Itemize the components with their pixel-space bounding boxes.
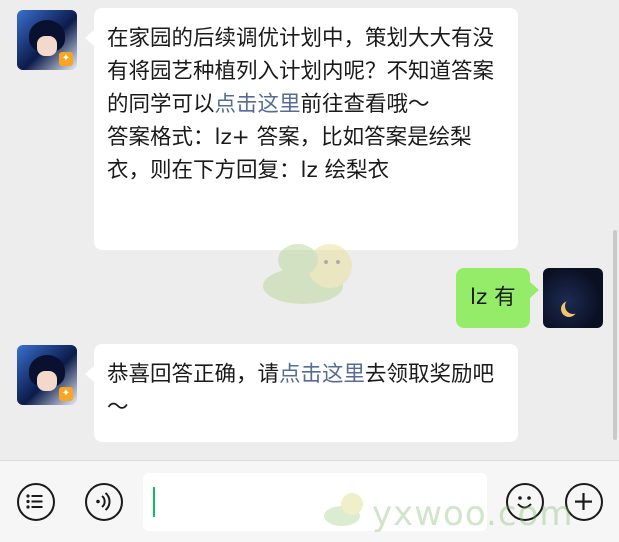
bot-avatar[interactable]: ✦ [17, 10, 77, 70]
user-avatar[interactable] [543, 268, 603, 328]
watermark-logo-icon [324, 493, 363, 526]
click-here-link[interactable]: 点击这里 [215, 92, 301, 117]
message-bubble-confirm[interactable]: 恭喜回答正确，请点击这里去领取奖励吧～ [85, 344, 518, 442]
message-bubble-reply[interactable]: lz 有 [456, 268, 539, 328]
mascot-watermark-icon [263, 244, 352, 304]
voice-icon[interactable] [85, 483, 123, 521]
moon-icon [565, 298, 581, 314]
message-bubble-question[interactable]: 在家园的后续调优计划中，策划大大有没有将园艺种植列入计划内呢？不知道答案的同学可… [85, 8, 518, 250]
question-text: 在家园的后续调优计划中，策划大大有没有将园艺种植列入计划内呢？不知道答案的同学可… [107, 26, 495, 117]
chat-area: ✦ 在家园的后续调优计划中，策划大大有没有将园艺种植列入计划内呢？不知道答案的同… [0, 0, 619, 460]
menu-list-icon[interactable] [17, 483, 55, 521]
bot-avatar[interactable]: ✦ [17, 345, 77, 405]
text-caret [153, 487, 155, 517]
scrollbar[interactable] [613, 230, 617, 440]
watermark-text: yxwoo.com [372, 494, 574, 534]
click-here-link[interactable]: 点击这里 [279, 362, 365, 387]
answer-format-text: 答案格式：lz+ 答案，比如答案是绘梨衣，则在下方回复：lz 绘梨衣 [107, 125, 472, 183]
